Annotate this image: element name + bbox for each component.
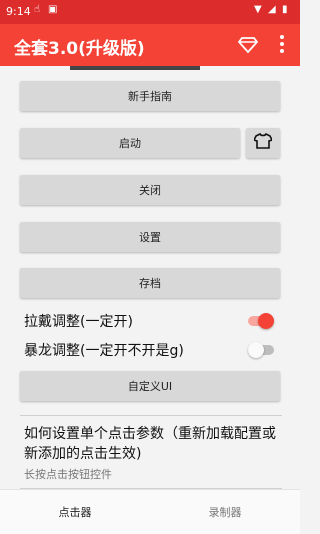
bottom-navigation: 点击器 录制器 — [0, 489, 300, 534]
close-button[interactable]: 关闭 — [20, 175, 280, 205]
app-title: 全套3.0(升级版) — [14, 39, 145, 59]
toggle-switch-baolong[interactable] — [248, 342, 274, 358]
switch-label: 拉戴调整(一定开) — [24, 314, 133, 330]
custom-ui-button[interactable]: 自定义UI — [20, 371, 280, 401]
guide-button[interactable]: 新手指南 — [20, 81, 280, 111]
settings-button[interactable]: 设置 — [20, 222, 280, 252]
status-time: 9:14 — [6, 5, 31, 18]
help-title: 如何设置单个点击参数（重新加载配置或新添加的点击生效) — [24, 426, 276, 462]
switch-thumb — [258, 313, 274, 329]
diamond-icon[interactable] — [236, 32, 260, 56]
nav-tab-recorder[interactable]: 录制器 — [150, 490, 300, 534]
switch-thumb — [248, 342, 264, 358]
switch-row-ladai: 拉戴调整(一定开) — [24, 309, 280, 333]
shirt-button[interactable] — [246, 128, 280, 158]
archive-button[interactable]: 存档 — [20, 268, 280, 298]
help-list-item[interactable]: 如何设置单个点击参数（重新加载配置或新添加的点击生效) 长按点击按钮控件 — [20, 415, 282, 489]
gesture-icon: ☝ — [34, 4, 41, 15]
start-button[interactable]: 启动 — [20, 128, 240, 158]
wifi-icon: ▼ — [254, 4, 262, 15]
more-vert-icon[interactable] — [270, 32, 294, 56]
header-image-strip — [70, 66, 200, 70]
battery-icon: ▮ — [282, 4, 288, 15]
switch-label: 暴龙调整(一定开不开是g) — [24, 343, 184, 359]
shirt-icon — [252, 132, 274, 153]
status-bar: 9:14 ☝ ▣ ▼ ◢ ▮ — [0, 0, 300, 24]
notification-icon: ▣ — [48, 4, 58, 15]
help-subtitle: 长按点击按钮控件 — [24, 468, 112, 481]
app-bar: 全套3.0(升级版) — [0, 24, 300, 66]
switch-row-baolong: 暴龙调整(一定开不开是g) — [24, 338, 280, 362]
nav-tab-clicker[interactable]: 点击器 — [0, 490, 150, 534]
toggle-switch-ladai[interactable] — [248, 313, 274, 329]
signal-icon: ◢ — [268, 4, 276, 15]
